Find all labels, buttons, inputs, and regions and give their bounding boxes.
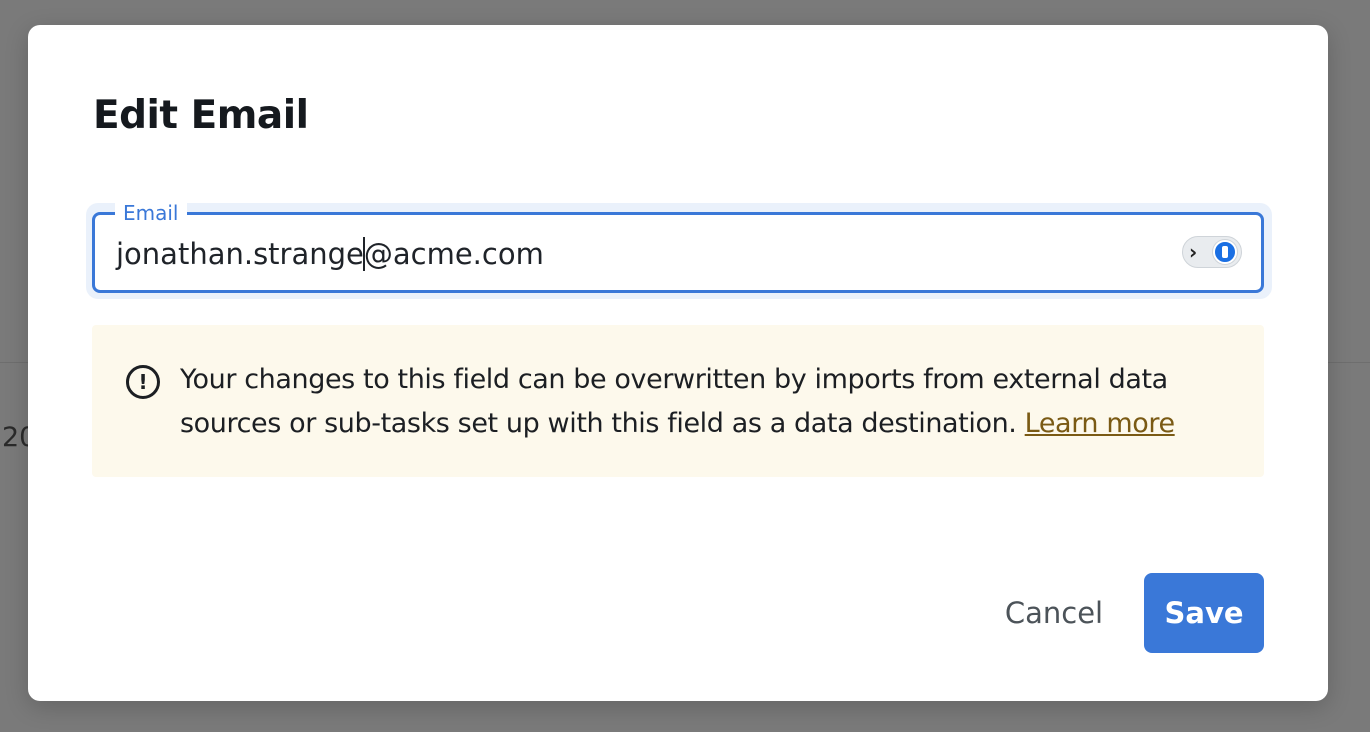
dialog-title: Edit Email xyxy=(93,93,309,138)
notice-message: Your changes to this field can be overwr… xyxy=(180,364,1168,439)
password-manager-button[interactable]: › xyxy=(1182,236,1242,268)
email-field-label: Email xyxy=(115,201,187,225)
learn-more-link[interactable]: Learn more xyxy=(1025,408,1175,439)
chevron-right-icon: › xyxy=(1189,240,1198,264)
notice-text: Your changes to this field can be overwr… xyxy=(180,358,1240,446)
cancel-button[interactable]: Cancel xyxy=(993,573,1115,653)
email-value-before-caret: jonathan.strange xyxy=(116,237,364,271)
overwrite-warning-notice: ! Your changes to this field can be over… xyxy=(92,325,1264,477)
email-input[interactable]: jonathan.strange@acme.com xyxy=(116,237,544,271)
1password-icon xyxy=(1213,240,1237,264)
email-field[interactable]: Email jonathan.strange@acme.com › xyxy=(92,201,1264,293)
edit-email-dialog: Edit Email Email jonathan.strange@acme.c… xyxy=(28,25,1328,701)
email-value-after-caret: @acme.com xyxy=(363,237,544,271)
alert-circle-icon: ! xyxy=(126,365,160,399)
save-button[interactable]: Save xyxy=(1144,573,1264,653)
